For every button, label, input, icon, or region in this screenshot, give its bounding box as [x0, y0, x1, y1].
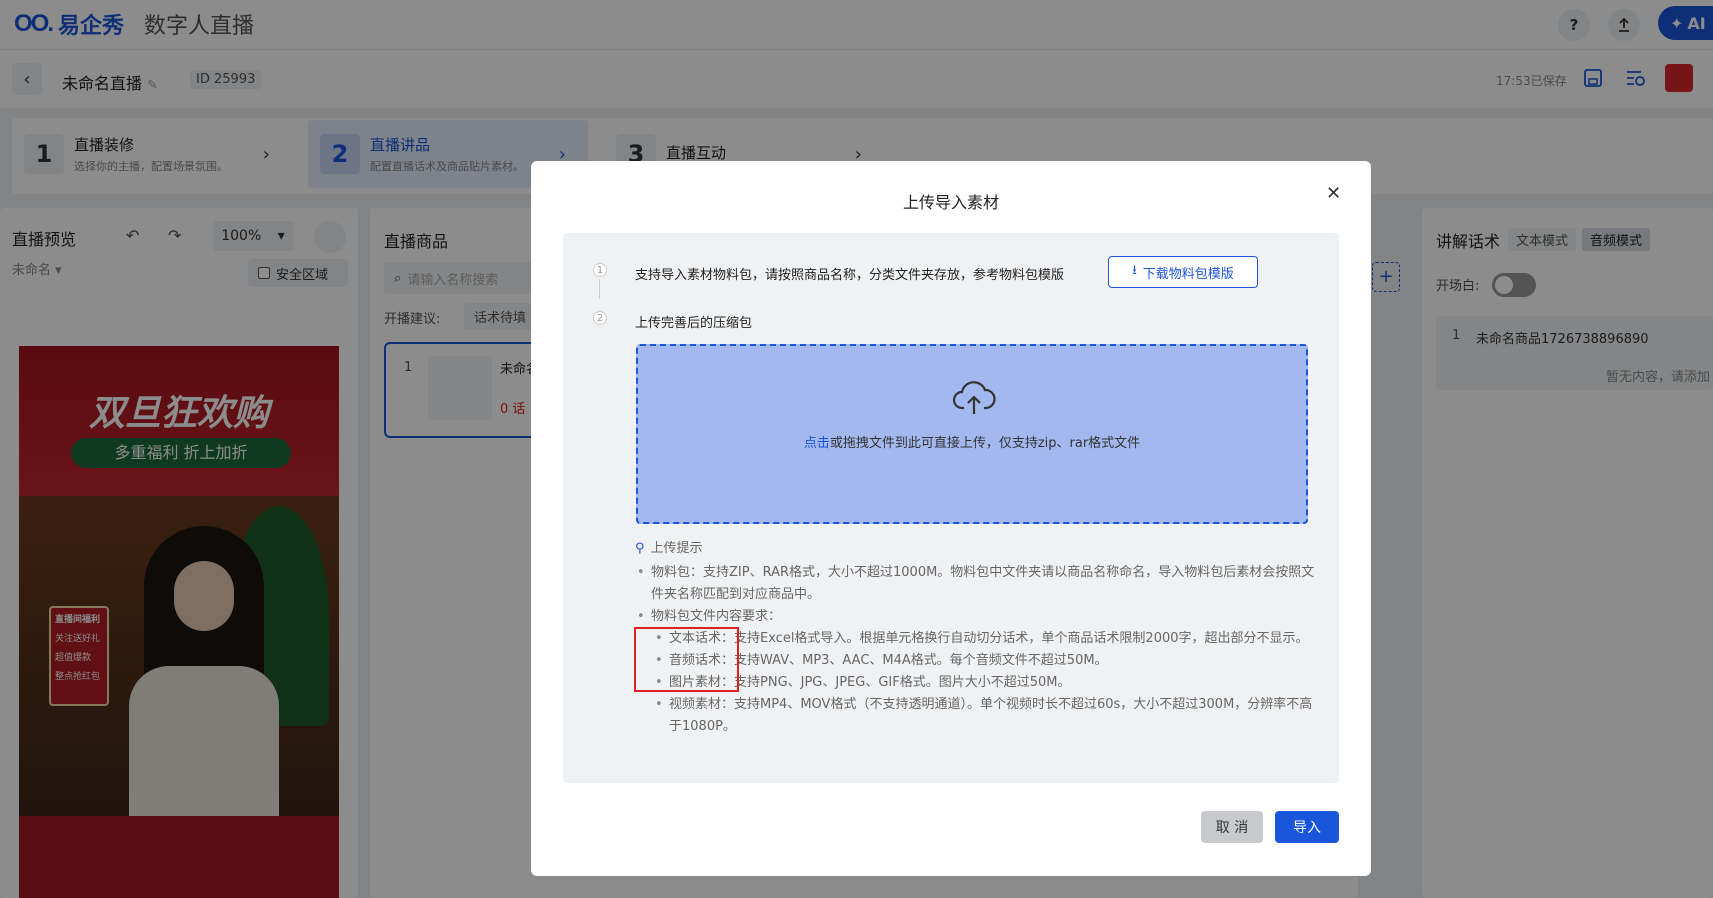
highlight-box [634, 627, 739, 692]
tip-pkg: 物料包：支持ZIP、RAR格式，大小不超过1000M。物料包中文件夹请以商品名称… [635, 562, 1315, 606]
upload-dropzone[interactable]: 点击或拖拽文件到此可直接上传，仅支持zip、rar格式文件 [636, 344, 1308, 524]
tip-content: 物料包文件内容要求： [635, 606, 1315, 628]
step-connector [599, 279, 600, 299]
cancel-button[interactable]: 取 消 [1201, 811, 1263, 843]
download-template-button[interactable]: ⭳ 下载物料包模版 [1108, 256, 1258, 288]
modal-title: 上传导入素材 [902, 193, 999, 212]
step-number: 2 [593, 311, 607, 325]
location-pin-icon: ⚲ [635, 541, 645, 556]
step-number: 1 [593, 263, 607, 277]
upload-click-link[interactable]: 点击 [804, 436, 830, 451]
tips-title: 上传提示 [650, 541, 703, 556]
cloud-upload-icon [952, 381, 996, 414]
download-icon: ⭳ [1132, 263, 1137, 278]
import-button[interactable]: 导入 [1275, 811, 1339, 843]
tip-video: 视频素材：支持MP4、MOV格式（不支持透明通道）。单个视频时长不超过60s，大… [635, 694, 1315, 738]
step2-text: 上传完善后的压缩包 [635, 316, 753, 331]
modal-body: 1 支持导入素材物料包，请按照商品名称，分类文件夹存放，参考物料包模版 ⭳ 下载物… [563, 233, 1339, 783]
upload-hint: 或拖拽文件到此可直接上传，仅支持zip、rar格式文件 [829, 436, 1141, 451]
close-icon[interactable]: ✕ [1326, 183, 1341, 204]
upload-modal: 上传导入素材 ✕ 1 支持导入素材物料包，请按照商品名称，分类文件夹存放，参考物… [531, 161, 1371, 876]
step1-text: 支持导入素材物料包，请按照商品名称，分类文件夹存放，参考物料包模版 [635, 268, 1065, 283]
